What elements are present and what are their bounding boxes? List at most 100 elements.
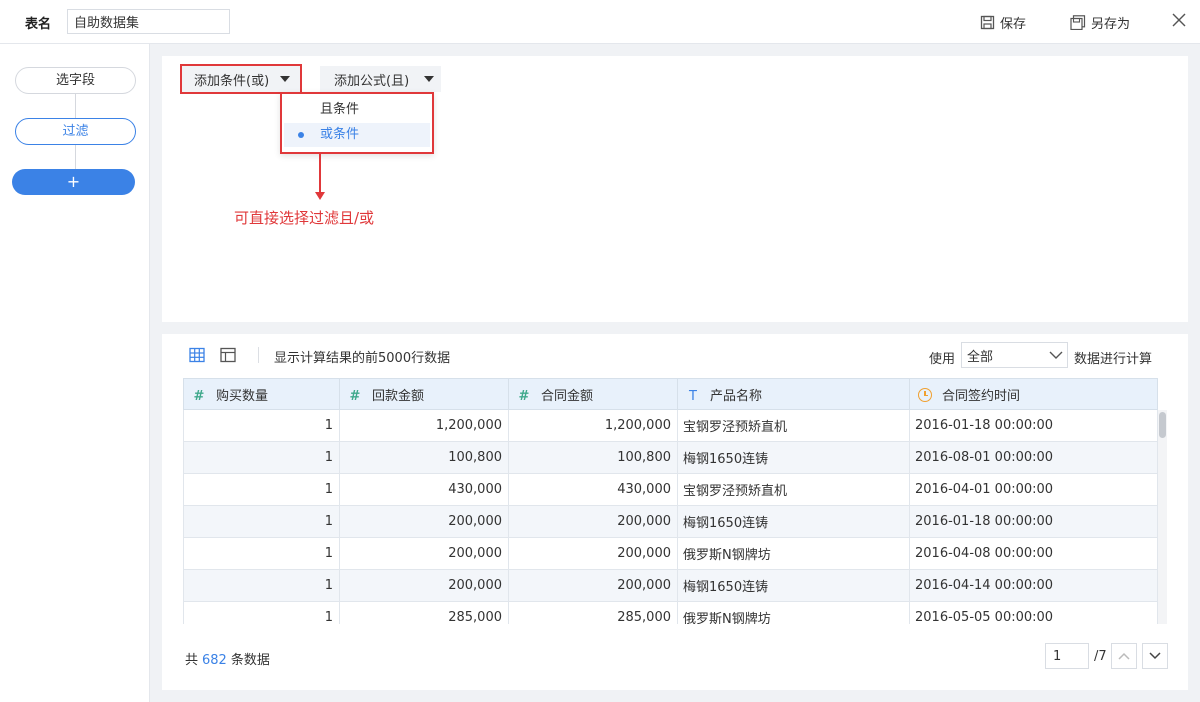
add-condition-label: 添加条件(或) bbox=[194, 73, 270, 89]
save-as-button[interactable]: 另存为 bbox=[1070, 13, 1130, 32]
row-count-prefix: 共 bbox=[185, 653, 199, 668]
table-row[interactable]: 1 200,000 200,000 梅钢1650连铸 2016-04-14 00:00:… bbox=[183, 569, 1158, 602]
table-row[interactable]: 1 285,000 285,000 俄罗斯N钢牌坊 2016-05-05 00:00:0… bbox=[183, 601, 1158, 624]
number-type-icon: # bbox=[349, 388, 361, 404]
column-header-label: 产品名称 bbox=[710, 388, 763, 404]
table-cell: 2016-05-05 00:00:00 bbox=[909, 601, 1158, 624]
column-header[interactable]: # 购买数量 bbox=[183, 378, 340, 410]
data-scope-select[interactable]: 全部 bbox=[961, 342, 1068, 368]
dropdown-option-or[interactable]: 或条件 bbox=[284, 123, 430, 147]
table-cell: 200,000 bbox=[508, 569, 678, 602]
save-button[interactable]: 保存 bbox=[980, 13, 1026, 32]
table-row[interactable]: 1 430,000 430,000 宝钢罗泾预矫直机 2016-04-01 00:00:… bbox=[183, 473, 1158, 506]
grid-view-icon[interactable] bbox=[189, 347, 205, 363]
table-cell: 430,000 bbox=[508, 473, 678, 506]
table-cell: 1 bbox=[183, 473, 340, 506]
table-cell: 2016-04-14 00:00:00 bbox=[909, 569, 1158, 602]
add-step-button[interactable]: + bbox=[12, 169, 135, 195]
row-count-number: 682 bbox=[202, 653, 227, 668]
table-cell: 200,000 bbox=[339, 537, 509, 570]
table-cell: 梅钢1650连铸 bbox=[677, 505, 910, 538]
use-suffix: 数据进行计算 bbox=[1074, 352, 1153, 367]
number-type-icon: # bbox=[193, 388, 205, 404]
add-formula-button[interactable]: 添加公式(且) bbox=[320, 66, 441, 92]
vertical-scrollbar[interactable] bbox=[1158, 410, 1167, 624]
table-cell: 宝钢罗泾预矫直机 bbox=[677, 473, 910, 506]
table-cell: 100,800 bbox=[508, 441, 678, 474]
step-filter[interactable]: 过滤 bbox=[15, 118, 136, 145]
page-number-input[interactable] bbox=[1045, 643, 1089, 669]
text-type-icon: T bbox=[689, 388, 697, 404]
preview-info-text: 显示计算结果的前5000行数据 bbox=[274, 351, 451, 366]
table-cell: 梅钢1650连铸 bbox=[677, 569, 910, 602]
arrow-down-icon bbox=[315, 192, 325, 200]
save-as-label: 另存为 bbox=[1091, 17, 1131, 32]
scrollbar-thumb[interactable] bbox=[1159, 412, 1166, 438]
column-header-label: 回款金额 bbox=[372, 388, 425, 404]
table-cell: 2016-04-08 00:00:00 bbox=[909, 537, 1158, 570]
filter-config-panel: 添加条件(或) 添加公式(且) 且条件 或条件 可直接选择过滤且/或 bbox=[162, 56, 1188, 322]
annotation-text: 可直接选择过滤且/或 bbox=[234, 209, 375, 227]
selected-dot-icon bbox=[298, 132, 304, 138]
table-cell: 2016-01-18 00:00:00 bbox=[909, 409, 1158, 442]
column-header-label: 合同签约时间 bbox=[942, 388, 1021, 404]
top-bar: 表名 保存 另存为 bbox=[0, 0, 1200, 44]
column-header-label: 合同金额 bbox=[541, 388, 594, 404]
save-icon bbox=[980, 15, 995, 30]
table-cell: 430,000 bbox=[339, 473, 509, 506]
page-total: /7 bbox=[1094, 649, 1107, 664]
data-preview-panel: 显示计算结果的前5000行数据 使用 全部 数据进行计算 # 购买数量 # 回款金额… bbox=[162, 334, 1188, 690]
add-condition-button[interactable]: 添加条件(或) bbox=[180, 64, 302, 94]
chevron-down-icon bbox=[1149, 652, 1161, 660]
chevron-up-icon bbox=[1118, 652, 1130, 660]
table-cell: 1 bbox=[183, 537, 340, 570]
table-cell: 2016-04-01 00:00:00 bbox=[909, 473, 1158, 506]
table-cell: 200,000 bbox=[508, 505, 678, 538]
chevron-down-icon bbox=[280, 76, 290, 82]
save-as-icon bbox=[1070, 15, 1086, 30]
table-cell: 285,000 bbox=[508, 601, 678, 624]
table-cell: 200,000 bbox=[508, 537, 678, 570]
table-cell: 1 bbox=[183, 601, 340, 624]
table-header-row: # 购买数量 # 回款金额 # 合同金额 T 产品名称 合同签约时间 bbox=[183, 378, 1158, 410]
prev-page-button[interactable] bbox=[1111, 643, 1137, 669]
table-cell: 200,000 bbox=[339, 505, 509, 538]
layout-view-icon[interactable] bbox=[220, 347, 236, 363]
toolbar-divider bbox=[258, 347, 259, 363]
row-count-suffix: 条数据 bbox=[230, 653, 270, 668]
dropdown-option-and[interactable]: 且条件 bbox=[284, 98, 430, 122]
table-cell: 1 bbox=[183, 441, 340, 474]
table-cell: 宝钢罗泾预矫直机 bbox=[677, 409, 910, 442]
step-select-fields[interactable]: 选字段 bbox=[15, 67, 136, 94]
condition-type-dropdown: 且条件 或条件 bbox=[280, 92, 434, 154]
step-sidebar: 选字段 过滤 + bbox=[0, 44, 150, 702]
use-label: 使用 bbox=[929, 352, 956, 367]
column-header[interactable]: # 回款金额 bbox=[339, 378, 509, 410]
option-label: 且条件 bbox=[320, 102, 360, 117]
data-grid: # 购买数量 # 回款金额 # 合同金额 T 产品名称 合同签约时间 1 1,200,00… bbox=[183, 378, 1168, 624]
close-icon[interactable] bbox=[1170, 11, 1188, 29]
table-row[interactable]: 1 100,800 100,800 梅钢1650连铸 2016-08-01 00:00:… bbox=[183, 441, 1158, 474]
table-row[interactable]: 1 1,200,000 1,200,000 宝钢罗泾预矫直机 2016-01-18 00… bbox=[183, 409, 1158, 442]
table-cell: 俄罗斯N钢牌坊 bbox=[677, 601, 910, 624]
save-label: 保存 bbox=[1000, 17, 1027, 32]
table-cell: 1,200,000 bbox=[339, 409, 509, 442]
annotation-arrow bbox=[319, 153, 321, 195]
clock-icon bbox=[918, 387, 932, 402]
add-formula-label: 添加公式(且) bbox=[334, 73, 410, 89]
table-cell: 1 bbox=[183, 505, 340, 538]
table-cell: 2016-08-01 00:00:00 bbox=[909, 441, 1158, 474]
step-connector bbox=[75, 94, 76, 118]
column-header[interactable]: T 产品名称 bbox=[677, 378, 910, 410]
next-page-button[interactable] bbox=[1142, 643, 1168, 669]
table-cell: 俄罗斯N钢牌坊 bbox=[677, 537, 910, 570]
column-header[interactable]: # 合同金额 bbox=[508, 378, 678, 410]
step-connector bbox=[75, 145, 76, 169]
table-row[interactable]: 1 200,000 200,000 梅钢1650连铸 2016-01-18 00:00:… bbox=[183, 505, 1158, 538]
column-header[interactable]: 合同签约时间 bbox=[909, 378, 1158, 410]
table-cell: 1,200,000 bbox=[508, 409, 678, 442]
column-header-label: 购买数量 bbox=[216, 388, 269, 404]
table-name-input[interactable] bbox=[67, 9, 230, 34]
table-row[interactable]: 1 200,000 200,000 俄罗斯N钢牌坊 2016-04-08 00:00:0… bbox=[183, 537, 1158, 570]
table-cell: 100,800 bbox=[339, 441, 509, 474]
